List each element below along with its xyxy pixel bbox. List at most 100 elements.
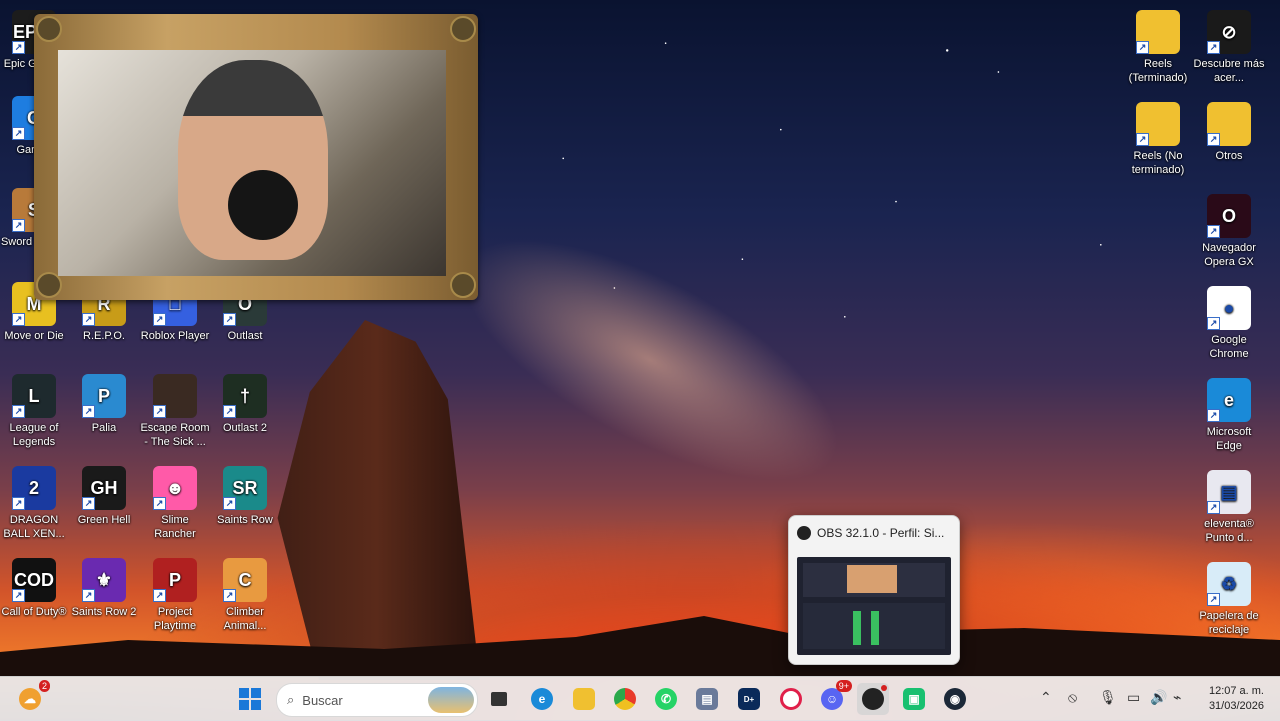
search-placeholder: Buscar [302,692,343,708]
whatsapp-icon: ✆ [655,688,677,710]
taskbar-chrome[interactable] [609,683,641,715]
shortcut-arrow-icon: ↗ [223,589,236,602]
weather-widget[interactable]: ☁ 2 [14,680,50,715]
search-icon: ⌕ [287,692,295,707]
desktop-left-icon-12[interactable]: GH ↗ Green Hell [68,466,140,527]
taskbar-whatsapp[interactable]: ✆ [650,683,682,715]
desktop-right-icon-5[interactable]: ● ↗ Google Chrome [1193,286,1265,361]
desktop-icon-label: Reels (Terminado) [1128,58,1188,84]
discord-badge: 9+ [835,680,852,692]
camera-off-icon[interactable]: ⦸ [1068,689,1077,706]
desktop-left-icon-10[interactable]: † ↗ Outlast 2 [209,374,281,435]
app-icon: COD ↗ [12,558,56,602]
taskbar-file-explorer[interactable] [568,683,600,715]
desktop-left-icon-18[interactable]: C ↗ Climber Animal... [209,558,281,633]
taskbar-disney-plus[interactable]: D+ [733,683,765,715]
desktop-left-icon-16[interactable]: ⚜ ↗ Saints Row 2 [68,558,140,619]
taskbar-steam[interactable]: ◉ [939,683,971,715]
desktop-right-icon-2[interactable]: ↗ Reels (No terminado) [1122,102,1194,177]
obs-preview-title: OBS 32.1.0 - Perfil: Si... [817,526,945,540]
desktop-right-icon-6[interactable]: e ↗ Microsoft Edge [1193,378,1265,453]
desktop-left-icon-17[interactable]: P ↗ Project Playtime [139,558,211,633]
shortcut-arrow-icon: ↗ [12,219,25,232]
display-icon[interactable]: ▭ [1127,689,1140,706]
desktop-icon-label: Papelera de reciclaje [1199,610,1259,636]
desktop-right-icon-4[interactable]: O ↗ Navegador Opera GX [1193,194,1265,269]
taskbar-obs[interactable] [857,683,889,715]
shortcut-arrow-icon: ↗ [153,405,166,418]
shortcut-arrow-icon: ↗ [1207,593,1220,606]
desktop-left-icon-7[interactable]: L ↗ League of Legends [0,374,70,449]
desktop-icon-label: Palia [91,422,117,434]
shortcut-arrow-icon: ↗ [1136,133,1149,146]
taskbar-app-green[interactable]: ▣ [898,683,930,715]
app-icon: 2 ↗ [12,466,56,510]
desktop-icon-label: eleventa® Punto d... [1204,518,1254,544]
microphone-icon[interactable]: 🎙 [1099,689,1117,706]
taskbar-discord[interactable]: ☺ 9+ [816,680,852,715]
desktop-icon-label: Move or Die [4,330,64,342]
desktop-left-icon-11[interactable]: 2 ↗ DRAGON BALL XEN... [0,466,70,541]
desktop-right-icon-0[interactable]: ↗ Reels (Terminado) [1122,10,1194,85]
desktop-left-icon-8[interactable]: P ↗ Palia [68,374,140,435]
desktop-right-icon-7[interactable]: ▤ ↗ eleventa® Punto d... [1193,470,1265,545]
desktop-icon-label: Project Playtime [153,606,197,632]
desktop-left-icon-15[interactable]: COD ↗ Call of Duty® [0,558,70,619]
desktop-icon-label: Escape Room - The Sick ... [140,422,210,448]
chrome-icon [614,688,636,710]
shortcut-arrow-icon: ↗ [82,313,95,326]
frame-corner [450,272,476,298]
app-icon: ♻ ↗ [1207,562,1251,606]
desktop-left-icon-13[interactable]: ☻ ↗ Slime Rancher [139,466,211,541]
task-view-icon [491,692,507,706]
app-icon: C ↗ [223,558,267,602]
desktop-icon-label: League of Legends [9,422,59,448]
app-icon: ↗ [1136,102,1180,146]
app-icon: O ↗ [1207,194,1251,238]
app-icon: SR ↗ [223,466,267,510]
show-hidden-icons-chevron[interactable]: ⌃ [1040,689,1052,706]
taskbar: ☁ 2 ⌕ Buscar e ✆ ▤ D+ ☺ 9+ ▣ ◉ ⌃ ⦸ 🎙 ▭ 🔊… [0,676,1280,721]
obs-window-preview[interactable]: OBS 32.1.0 - Perfil: Si... [788,515,960,665]
desktop-icon-label: Roblox Player [140,330,210,342]
shortcut-arrow-icon: ↗ [153,497,166,510]
taskbar-search[interactable]: ⌕ Buscar [276,683,478,717]
task-view-button[interactable] [483,683,515,715]
wallpaper-milky-way [427,190,873,530]
shortcut-arrow-icon: ↗ [1207,225,1220,238]
desktop-right-icon-8[interactable]: ♻ ↗ Papelera de reciclaje [1193,562,1265,637]
desktop-icon-label: Call of Duty® [1,606,67,618]
app-icon: ● ↗ [1207,286,1251,330]
obs-icon [797,526,811,540]
desktop-icon-label: DRAGON BALL XEN... [3,514,65,540]
shortcut-arrow-icon: ↗ [12,589,25,602]
app-icon: GH ↗ [82,466,126,510]
obs-preview-thumbnail[interactable] [797,557,951,655]
shortcut-arrow-icon: ↗ [82,589,95,602]
network-icon[interactable]: ⌁ [1173,689,1181,706]
shortcut-arrow-icon: ↗ [82,497,95,510]
desktop-left-icon-14[interactable]: SR ↗ Saints Row [209,466,281,527]
start-button[interactable] [234,683,266,715]
taskbar-opera-gx[interactable] [775,683,807,715]
desktop-icon-label: Reels (No terminado) [1131,150,1185,176]
shortcut-arrow-icon: ↗ [153,589,166,602]
desktop-icon-label: R.E.P.O. [83,330,125,342]
system-clock[interactable]: 12:07 a. m. 31/03/2026 [1196,684,1264,714]
desktop-right-icon-1[interactable]: ⊘ ↗ Descubre más acer... [1193,10,1265,85]
taskbar-eleventa[interactable]: ▤ [691,683,723,715]
clock-date: 31/03/2026 [1208,700,1264,712]
shortcut-arrow-icon: ↗ [12,313,25,326]
app-icon: P ↗ [82,374,126,418]
desktop-right-icon-3[interactable]: ↗ Otros [1193,102,1265,163]
desktop-icon-label: Slime Rancher [154,514,196,540]
webcam-overlay [34,14,478,300]
volume-icon[interactable]: 🔊 [1150,689,1167,706]
shortcut-arrow-icon: ↗ [223,405,236,418]
desktop-icon-label: Saints Row 2 [71,606,137,618]
desktop-icon-label: Outlast [227,330,263,342]
desktop-left-icon-9[interactable]: ↗ Escape Room - The Sick ... [139,374,211,449]
shortcut-arrow-icon: ↗ [1207,133,1220,146]
taskbar-edge[interactable]: e [526,683,558,715]
disney-plus-icon: D+ [738,688,760,710]
